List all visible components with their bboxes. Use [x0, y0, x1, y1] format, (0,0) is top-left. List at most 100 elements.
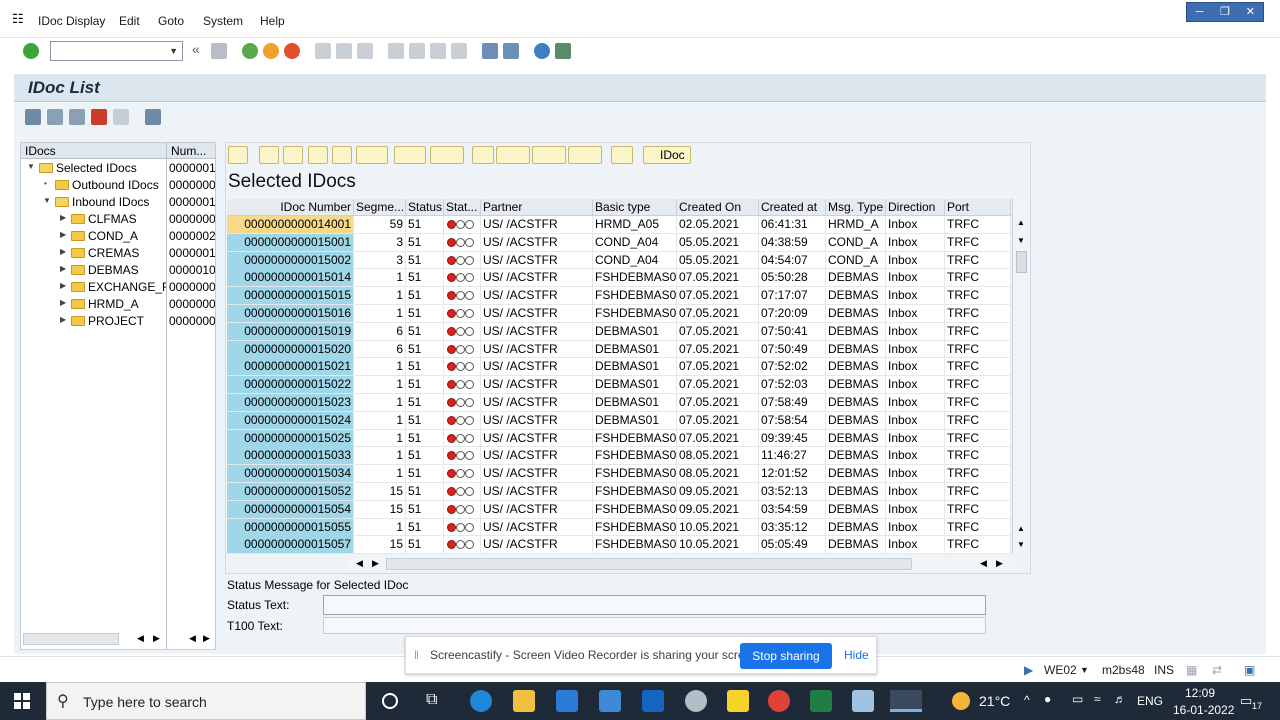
table-row[interactable]: 0000000000015023 1 51 US/ /ACSTFR DEBMAS01 07…	[227, 394, 1011, 412]
scroll-right-icon[interactable]: ▶	[203, 633, 210, 644]
collapse-icon[interactable]: «	[192, 41, 200, 57]
cell-idoc-number[interactable]: 0000000000015020	[227, 340, 354, 358]
command-field[interactable]: ▼	[50, 41, 183, 61]
windows-start-icon[interactable]	[14, 693, 30, 709]
column-header-idoc-number[interactable]: IDoc Number	[227, 199, 354, 216]
column-header-basic-type[interactable]: Basic type	[593, 199, 677, 216]
tree-column-num[interactable]: Num...	[171, 144, 206, 158]
stop-sharing-button[interactable]: Stop sharing	[740, 643, 832, 669]
scroll-up-icon[interactable]: ▲	[1017, 524, 1025, 533]
expanded-arrow-icon[interactable]: ▼	[43, 196, 51, 205]
tree-node-cond-a[interactable]: ▶ COND_A 0000002	[21, 228, 215, 245]
save-icon[interactable]	[211, 43, 227, 59]
information-icon[interactable]	[611, 146, 633, 164]
scroll-right-icon[interactable]: ▶	[153, 633, 160, 644]
cell-idoc-number[interactable]: 0000000000015015	[227, 287, 354, 305]
tree-node-selected-idocs[interactable]: ▼ Selected IDocs 00000015	[21, 160, 215, 177]
language-indicator[interactable]: ENG	[1137, 694, 1163, 708]
outlook-icon[interactable]	[642, 690, 664, 712]
table-row[interactable]: 0000000000015020 6 51 US/ /ACSTFR DEBMAS01 07…	[227, 340, 1011, 359]
tree-horizontal-scrollbar[interactable]	[23, 633, 119, 645]
document-icon[interactable]	[113, 109, 129, 125]
scroll-down-icon[interactable]: ▼	[1017, 540, 1025, 549]
table-row[interactable]: 0000000000015022 1 51 US/ /ACSTFR DEBMAS01 07…	[227, 376, 1011, 394]
tree-node-cremas[interactable]: ▶ CREMAS 0000001	[21, 245, 215, 262]
cell-idoc-number[interactable]: 0000000000015002	[227, 251, 354, 269]
sap-logon-icon[interactable]	[685, 690, 707, 712]
scroll-thumb[interactable]	[1016, 251, 1027, 273]
play-icon[interactable]: ▶	[1024, 663, 1033, 677]
vertical-scrollbar[interactable]: ▲ ▼ ▲ ▼	[1012, 199, 1030, 553]
tree-column-idocs[interactable]: IDocs	[25, 144, 56, 158]
menu-goto[interactable]: Goto	[158, 14, 184, 28]
column-header-status[interactable]: Status	[406, 199, 444, 216]
back-icon[interactable]	[242, 43, 258, 59]
edge-icon[interactable]	[470, 690, 492, 712]
tree-node-clfmas[interactable]: ▶ CLFMAS 0000000	[21, 211, 215, 228]
menu-help[interactable]: Help	[260, 14, 285, 28]
lock-icon[interactable]: ▣	[1244, 663, 1255, 677]
drag-handle-icon[interactable]: ‖	[414, 648, 419, 662]
table-row[interactable]: 0000000000015019 6 51 US/ /ACSTFR DEBMAS01 07…	[227, 322, 1011, 341]
find-next-icon[interactable]	[357, 43, 373, 59]
total-icon[interactable]	[394, 146, 426, 164]
refresh-icon[interactable]	[25, 109, 41, 125]
collapsed-arrow-icon[interactable]: ▶	[60, 315, 66, 324]
cell-idoc-number[interactable]: 0000000000015054	[227, 500, 354, 518]
cell-idoc-number[interactable]: 0000000000015001	[227, 233, 354, 251]
column-header-status-light[interactable]: Stat...	[444, 199, 481, 216]
menu-edit[interactable]: Edit	[119, 14, 140, 28]
chevron-down-icon[interactable]: ▼	[169, 46, 178, 56]
layout-icon[interactable]	[568, 146, 602, 164]
cell-idoc-number[interactable]: 0000000000014001	[227, 216, 354, 233]
delete-icon[interactable]	[91, 109, 107, 125]
table-row[interactable]: 0000000000015016 1 51 US/ /ACSTFR FSHDEBMAS0…	[227, 305, 1011, 323]
status-text-field[interactable]	[323, 595, 986, 615]
horizontal-scrollbar[interactable]: ◀ ▶ ◀ ▶	[348, 557, 1018, 571]
exit-icon[interactable]	[263, 43, 279, 59]
find-icon[interactable]	[336, 43, 352, 59]
menu-idoc-display[interactable]: IDoc Display	[38, 14, 105, 28]
table-row[interactable]: 0000000000015052 15 51 US/ /ACSTFR FSHDEBMAS…	[227, 483, 1011, 501]
taskbar-search[interactable]: ⚲ Type here to search	[46, 682, 366, 720]
cell-idoc-number[interactable]: 0000000000015019	[227, 322, 354, 340]
file-explorer-icon[interactable]	[513, 690, 535, 712]
customize-layout-icon[interactable]	[555, 43, 571, 59]
cell-idoc-number[interactable]: 0000000000015052	[227, 483, 354, 500]
expand-icon[interactable]	[47, 109, 63, 125]
scroll-thumb[interactable]	[386, 558, 912, 570]
cell-idoc-number[interactable]: 0000000000015055	[227, 518, 354, 536]
column-header-segments[interactable]: Segme...	[354, 199, 406, 216]
collapse-tree-icon[interactable]	[69, 109, 85, 125]
close-icon[interactable]: ✕	[1238, 3, 1263, 21]
microphone-icon[interactable]: ●	[1044, 692, 1051, 706]
tree-node-debmas[interactable]: ▶ DEBMAS 0000010	[21, 262, 215, 279]
chevron-down-icon[interactable]: ▼	[1080, 665, 1089, 675]
table-row[interactable]: 0000000000015057 15 51 US/ /ACSTFR FSHDEBMAS…	[227, 536, 1011, 555]
enter-icon[interactable]	[23, 43, 39, 59]
previous-page-icon[interactable]	[409, 43, 425, 59]
scroll-down-icon[interactable]: ▼	[1017, 236, 1025, 245]
menu-system[interactable]: System	[203, 14, 243, 28]
chrome-icon[interactable]	[768, 690, 790, 712]
task-view-icon[interactable]: ⧉	[426, 691, 437, 709]
column-header-created-on[interactable]: Created On	[677, 199, 759, 216]
cell-idoc-number[interactable]: 0000000000015025	[227, 429, 354, 447]
column-header-port[interactable]: Port	[945, 199, 1011, 216]
new-session-icon[interactable]	[482, 43, 498, 59]
table-row[interactable]: 0000000000015024 1 51 US/ /ACSTFR DEBMAS01 07…	[227, 411, 1011, 430]
print-icon[interactable]	[472, 146, 494, 164]
temperature[interactable]: 21°C	[979, 693, 1010, 709]
tree-node-hrmd-a[interactable]: ▶ HRMD_A 0000000	[21, 296, 215, 313]
weather-icon[interactable]	[952, 692, 970, 710]
collapsed-arrow-icon[interactable]: ▶	[60, 264, 66, 273]
collapsed-arrow-icon[interactable]: ▶	[60, 247, 66, 256]
notification-icon[interactable]: ▭	[1240, 693, 1252, 709]
clock-date[interactable]: 16-01-2022	[1173, 703, 1234, 717]
tree-node-exchange-rate[interactable]: ▶ EXCHANGE_RA 0000000	[21, 279, 215, 296]
column-header-created-at[interactable]: Created at	[759, 199, 826, 216]
wifi-icon[interactable]: ≈	[1094, 692, 1101, 706]
table-row[interactable]: 0000000000015001 3 51 US/ /ACSTFR COND_A04 05…	[227, 233, 1011, 252]
table-row[interactable]: 0000000000015025 1 51 US/ /ACSTFR FSHDEBMAS0…	[227, 429, 1011, 448]
first-page-icon[interactable]	[388, 43, 404, 59]
